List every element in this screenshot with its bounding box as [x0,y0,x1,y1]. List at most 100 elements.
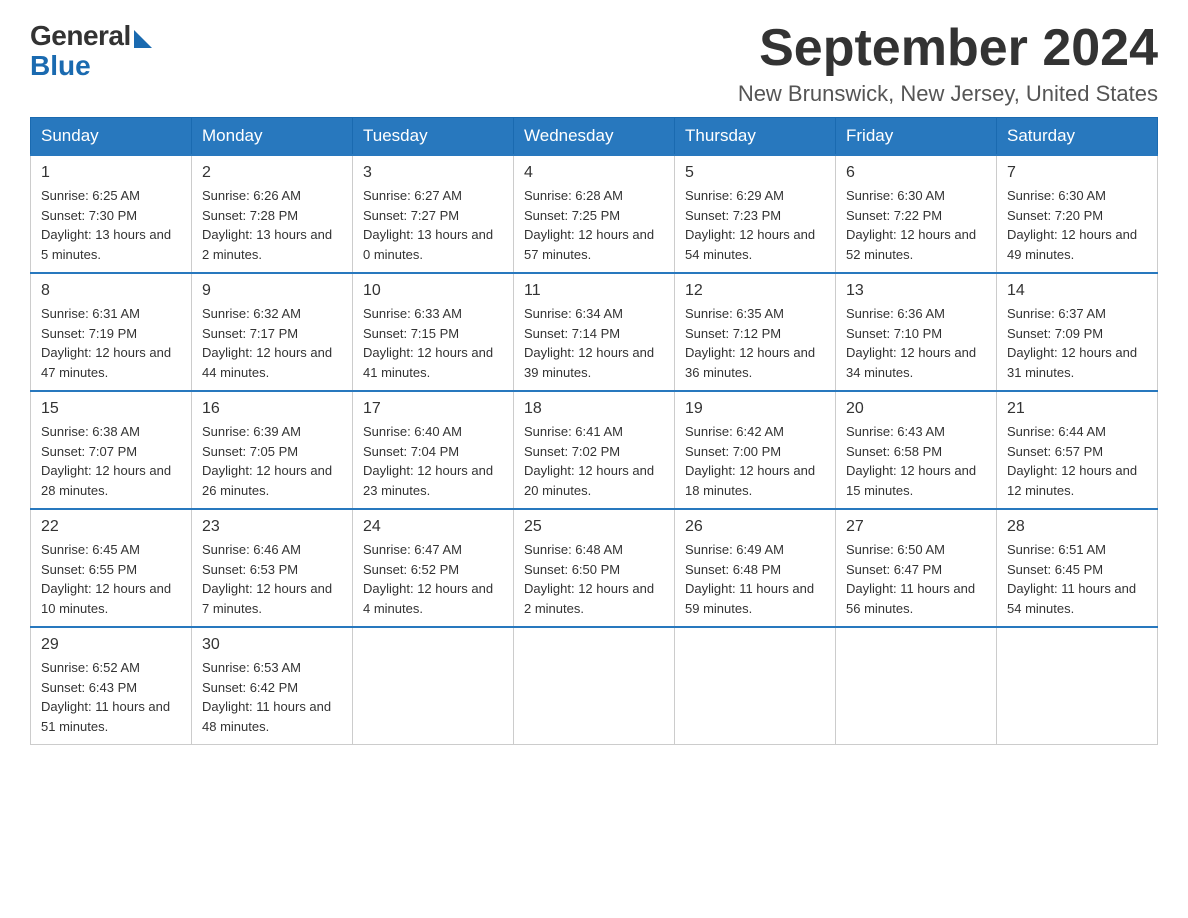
day-number: 27 [846,518,986,536]
sunrise-label: Sunrise: 6:50 AM [846,542,945,557]
day-info: Sunrise: 6:29 AM Sunset: 7:23 PM Dayligh… [685,186,825,264]
day-number: 26 [685,518,825,536]
calendar-cell: 7 Sunrise: 6:30 AM Sunset: 7:20 PM Dayli… [997,155,1158,273]
calendar-week-row: 8 Sunrise: 6:31 AM Sunset: 7:19 PM Dayli… [31,273,1158,391]
calendar-cell: 21 Sunrise: 6:44 AM Sunset: 6:57 PM Dayl… [997,391,1158,509]
day-info: Sunrise: 6:25 AM Sunset: 7:30 PM Dayligh… [41,186,181,264]
calendar-cell: 6 Sunrise: 6:30 AM Sunset: 7:22 PM Dayli… [836,155,997,273]
day-number: 22 [41,518,181,536]
day-info: Sunrise: 6:33 AM Sunset: 7:15 PM Dayligh… [363,304,503,382]
sunset-label: Sunset: 7:22 PM [846,208,942,223]
sunset-label: Sunset: 7:17 PM [202,326,298,341]
calendar-cell [353,627,514,745]
daylight-label: Daylight: 12 hours and 39 minutes. [524,345,654,380]
sunrise-label: Sunrise: 6:45 AM [41,542,140,557]
day-number: 29 [41,636,181,654]
logo: General Blue [30,20,152,82]
day-number: 28 [1007,518,1147,536]
daylight-label: Daylight: 12 hours and 44 minutes. [202,345,332,380]
day-number: 5 [685,164,825,182]
calendar-cell: 17 Sunrise: 6:40 AM Sunset: 7:04 PM Dayl… [353,391,514,509]
sunset-label: Sunset: 7:15 PM [363,326,459,341]
day-info: Sunrise: 6:50 AM Sunset: 6:47 PM Dayligh… [846,540,986,618]
weekday-header-saturday: Saturday [997,118,1158,156]
day-number: 4 [524,164,664,182]
daylight-label: Daylight: 12 hours and 4 minutes. [363,581,493,616]
logo-blue-text: Blue [30,50,91,82]
daylight-label: Daylight: 12 hours and 20 minutes. [524,463,654,498]
day-number: 16 [202,400,342,418]
day-number: 7 [1007,164,1147,182]
sunset-label: Sunset: 7:28 PM [202,208,298,223]
sunrise-label: Sunrise: 6:25 AM [41,188,140,203]
calendar-cell: 26 Sunrise: 6:49 AM Sunset: 6:48 PM Dayl… [675,509,836,627]
sunrise-label: Sunrise: 6:43 AM [846,424,945,439]
day-info: Sunrise: 6:44 AM Sunset: 6:57 PM Dayligh… [1007,422,1147,500]
calendar-week-row: 29 Sunrise: 6:52 AM Sunset: 6:43 PM Dayl… [31,627,1158,745]
day-info: Sunrise: 6:38 AM Sunset: 7:07 PM Dayligh… [41,422,181,500]
sunset-label: Sunset: 6:43 PM [41,680,137,695]
calendar-cell: 1 Sunrise: 6:25 AM Sunset: 7:30 PM Dayli… [31,155,192,273]
day-info: Sunrise: 6:51 AM Sunset: 6:45 PM Dayligh… [1007,540,1147,618]
sunrise-label: Sunrise: 6:39 AM [202,424,301,439]
calendar-cell: 2 Sunrise: 6:26 AM Sunset: 7:28 PM Dayli… [192,155,353,273]
calendar-cell: 18 Sunrise: 6:41 AM Sunset: 7:02 PM Dayl… [514,391,675,509]
day-info: Sunrise: 6:45 AM Sunset: 6:55 PM Dayligh… [41,540,181,618]
day-info: Sunrise: 6:46 AM Sunset: 6:53 PM Dayligh… [202,540,342,618]
title-area: September 2024 New Brunswick, New Jersey… [738,20,1158,107]
daylight-label: Daylight: 12 hours and 7 minutes. [202,581,332,616]
sunrise-label: Sunrise: 6:29 AM [685,188,784,203]
day-number: 3 [363,164,503,182]
header: General Blue September 2024 New Brunswic… [30,20,1158,107]
daylight-label: Daylight: 13 hours and 0 minutes. [363,227,493,262]
weekday-header-thursday: Thursday [675,118,836,156]
sunset-label: Sunset: 7:05 PM [202,444,298,459]
calendar-cell: 24 Sunrise: 6:47 AM Sunset: 6:52 PM Dayl… [353,509,514,627]
day-number: 11 [524,282,664,300]
calendar-cell: 22 Sunrise: 6:45 AM Sunset: 6:55 PM Dayl… [31,509,192,627]
daylight-label: Daylight: 11 hours and 54 minutes. [1007,581,1136,616]
daylight-label: Daylight: 11 hours and 56 minutes. [846,581,975,616]
calendar-cell: 19 Sunrise: 6:42 AM Sunset: 7:00 PM Dayl… [675,391,836,509]
daylight-label: Daylight: 12 hours and 57 minutes. [524,227,654,262]
calendar-cell: 30 Sunrise: 6:53 AM Sunset: 6:42 PM Dayl… [192,627,353,745]
sunrise-label: Sunrise: 6:36 AM [846,306,945,321]
day-number: 15 [41,400,181,418]
weekday-header-monday: Monday [192,118,353,156]
day-info: Sunrise: 6:30 AM Sunset: 7:20 PM Dayligh… [1007,186,1147,264]
calendar-cell: 29 Sunrise: 6:52 AM Sunset: 6:43 PM Dayl… [31,627,192,745]
day-number: 24 [363,518,503,536]
sunrise-label: Sunrise: 6:42 AM [685,424,784,439]
daylight-label: Daylight: 13 hours and 2 minutes. [202,227,332,262]
day-info: Sunrise: 6:28 AM Sunset: 7:25 PM Dayligh… [524,186,664,264]
weekday-header-friday: Friday [836,118,997,156]
day-number: 6 [846,164,986,182]
sunset-label: Sunset: 7:19 PM [41,326,137,341]
daylight-label: Daylight: 12 hours and 28 minutes. [41,463,171,498]
day-number: 8 [41,282,181,300]
daylight-label: Daylight: 12 hours and 12 minutes. [1007,463,1137,498]
calendar-cell: 13 Sunrise: 6:36 AM Sunset: 7:10 PM Dayl… [836,273,997,391]
calendar-cell: 3 Sunrise: 6:27 AM Sunset: 7:27 PM Dayli… [353,155,514,273]
daylight-label: Daylight: 11 hours and 48 minutes. [202,699,331,734]
sunrise-label: Sunrise: 6:35 AM [685,306,784,321]
daylight-label: Daylight: 12 hours and 47 minutes. [41,345,171,380]
sunrise-label: Sunrise: 6:33 AM [363,306,462,321]
day-info: Sunrise: 6:37 AM Sunset: 7:09 PM Dayligh… [1007,304,1147,382]
calendar-cell: 5 Sunrise: 6:29 AM Sunset: 7:23 PM Dayli… [675,155,836,273]
day-info: Sunrise: 6:49 AM Sunset: 6:48 PM Dayligh… [685,540,825,618]
location-title: New Brunswick, New Jersey, United States [738,81,1158,107]
sunset-label: Sunset: 7:25 PM [524,208,620,223]
calendar-week-row: 1 Sunrise: 6:25 AM Sunset: 7:30 PM Dayli… [31,155,1158,273]
daylight-label: Daylight: 12 hours and 52 minutes. [846,227,976,262]
day-info: Sunrise: 6:39 AM Sunset: 7:05 PM Dayligh… [202,422,342,500]
sunrise-label: Sunrise: 6:46 AM [202,542,301,557]
sunset-label: Sunset: 7:00 PM [685,444,781,459]
calendar-header-row: SundayMondayTuesdayWednesdayThursdayFrid… [31,118,1158,156]
sunrise-label: Sunrise: 6:44 AM [1007,424,1106,439]
day-info: Sunrise: 6:27 AM Sunset: 7:27 PM Dayligh… [363,186,503,264]
daylight-label: Daylight: 12 hours and 18 minutes. [685,463,815,498]
weekday-header-tuesday: Tuesday [353,118,514,156]
calendar-cell: 15 Sunrise: 6:38 AM Sunset: 7:07 PM Dayl… [31,391,192,509]
day-number: 25 [524,518,664,536]
